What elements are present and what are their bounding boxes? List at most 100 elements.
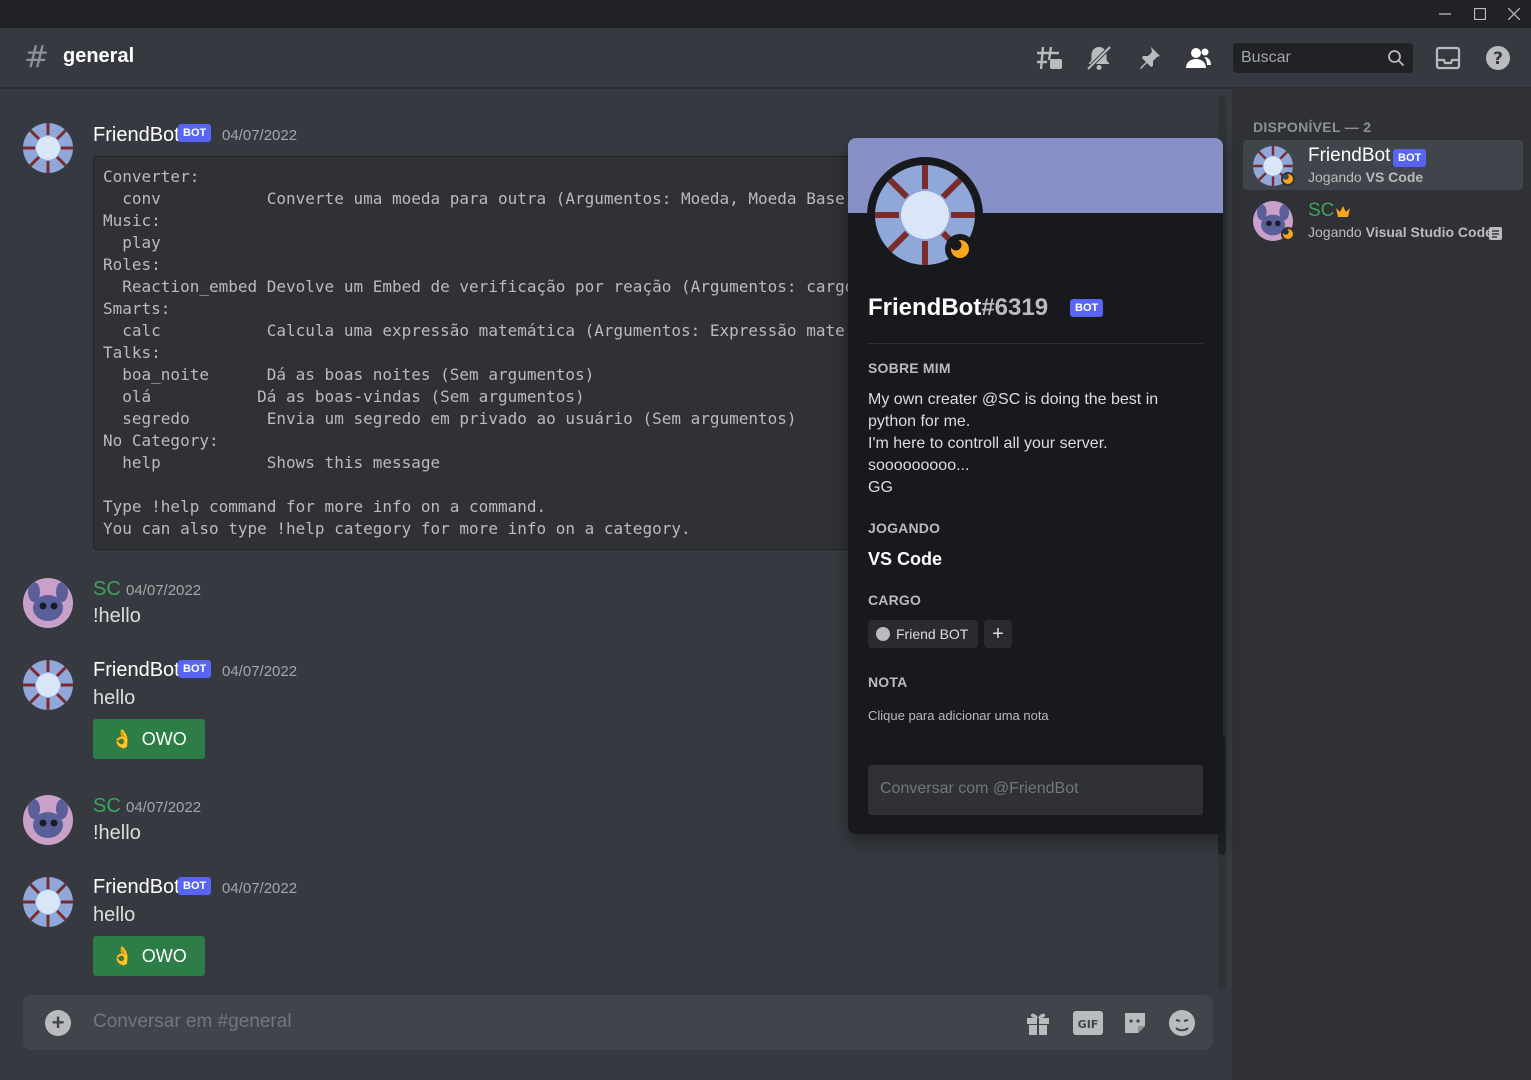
role-pill[interactable]: Friend BOT (868, 620, 979, 648)
code-line: play (103, 233, 161, 252)
about-me-text: My own creater @SC is doing the best in … (868, 389, 1198, 499)
activity-name: VS Code (1365, 169, 1424, 185)
playing-game: VS Code (868, 549, 943, 569)
idle-status-icon (1281, 172, 1295, 186)
message-author[interactable]: FriendBot (93, 124, 180, 147)
pin-icon[interactable] (1133, 42, 1165, 74)
message-author[interactable]: FriendBot (93, 659, 180, 682)
role-color-dot[interactable] (876, 627, 890, 641)
code-line: Music: (103, 211, 161, 230)
help-codeblock: Converter: conv Converte uma moeda para … (93, 156, 853, 550)
member-activity: Jogando Visual Studio Code (1308, 224, 1493, 240)
message-text: hello (93, 687, 136, 709)
member-name: SC (1308, 200, 1335, 221)
threads-icon[interactable] (1033, 42, 1065, 74)
code-line: Converter: (103, 167, 200, 186)
about-line: python for me. (868, 413, 971, 430)
dm-message-input[interactable]: Conversar com @FriendBot (868, 765, 1203, 815)
about-line: My own creater @SC is doing the best in (868, 391, 1159, 408)
rich-presence-icon (1489, 227, 1502, 245)
message-timestamp: 04/07/2022 (222, 880, 298, 897)
code-line: You can also type !help category for mor… (103, 519, 691, 538)
activity-prefix: Jogando (1308, 224, 1366, 240)
owo-button[interactable]: 👌 OWO (93, 936, 205, 976)
discord-window: # general Buscar ? FriendBot BOT 04/07/2… (0, 0, 1531, 1080)
search-input[interactable]: Buscar (1233, 43, 1413, 73)
ok-hand-emoji: 👌 (111, 945, 134, 966)
note-title: NOTA (868, 674, 908, 690)
dm-input-placeholder: Conversar com @FriendBot (880, 780, 1079, 797)
about-line: GG (868, 479, 893, 496)
profile-avatar-ring (867, 157, 983, 273)
role-name: Friend BOT (896, 626, 969, 642)
code-line: Roles: (103, 255, 161, 274)
bot-tag: BOT (178, 124, 212, 142)
inbox-icon[interactable] (1432, 42, 1464, 74)
message-text: hello (93, 904, 136, 926)
title-bar (0, 0, 1531, 28)
activity-prefix: Jogando (1308, 169, 1366, 185)
discriminator: #6319 (981, 294, 1049, 321)
code-line: segredo Envia um segredo em privado ao u… (103, 409, 797, 428)
owo-button-label: OWO (141, 728, 187, 749)
search-placeholder: Buscar (1241, 49, 1291, 66)
search-icon (1387, 49, 1405, 72)
message-author[interactable]: FriendBot (93, 876, 180, 899)
avatar[interactable] (23, 578, 73, 628)
bot-tag: BOT (178, 877, 212, 895)
about-me-title: SOBRE MIM (868, 360, 951, 376)
gift-icon[interactable] (1022, 1007, 1054, 1039)
avatar[interactable] (23, 795, 73, 845)
member-list-icon[interactable] (1182, 42, 1214, 74)
profile-divider (868, 343, 1203, 344)
minimize-icon[interactable] (1428, 0, 1462, 28)
note-input[interactable]: Clique para adicionar uma nota (868, 708, 1049, 723)
members-heading: DISPONÍVEL — 2 (1253, 119, 1372, 135)
avatar[interactable] (23, 660, 73, 710)
maximize-icon[interactable] (1463, 0, 1497, 28)
about-line: sooooooooo... (868, 457, 970, 474)
role-title: CARGO (868, 592, 922, 608)
member-item-friendbot[interactable]: FriendBot BOT Jogando VS Code (1243, 140, 1523, 190)
channel-header: # general Buscar ? (0, 28, 1531, 88)
avatar[interactable] (23, 877, 73, 927)
code-line: boa_noite Dá as boas noites (Sem argumen… (103, 365, 595, 384)
ok-hand-emoji: 👌 (111, 728, 134, 749)
activity-name: Visual Studio Code (1365, 224, 1493, 240)
emoji-icon[interactable] (1166, 1007, 1198, 1039)
bot-tag: BOT (1070, 299, 1104, 317)
code-line: No Category: (103, 431, 219, 450)
code-line: help Shows this message (103, 453, 441, 472)
help-icon[interactable]: ? (1482, 42, 1514, 74)
channel-hash-icon: # (24, 40, 50, 75)
user-profile-popout: FriendBot#6319 BOT SOBRE MIM My own crea… (848, 138, 1223, 834)
notification-muted-icon[interactable] (1083, 42, 1115, 74)
idle-status-icon (1281, 227, 1295, 241)
code-line: Smarts: (103, 299, 171, 318)
bot-tag: BOT (1393, 149, 1427, 167)
crown-icon (1335, 204, 1351, 223)
gif-icon[interactable]: GIF (1072, 1007, 1104, 1039)
message-author[interactable]: SC (93, 578, 121, 601)
avatar[interactable] (23, 123, 73, 173)
playing-title: JOGANDO (868, 520, 941, 536)
code-line: conv Converte uma moeda para outra (Argu… (103, 189, 853, 208)
code-line: olá Dá as boas-vindas (Sem argumentos) (103, 387, 585, 406)
message-author[interactable]: SC (93, 795, 121, 818)
add-attachment-button[interactable]: + (45, 1010, 71, 1036)
message-composer[interactable]: + Conversar em #general GIF (23, 995, 1213, 1050)
owo-button[interactable]: 👌 OWO (93, 719, 205, 759)
message-text: !hello (93, 605, 141, 627)
svg-text:GIF: GIF (1078, 1018, 1099, 1031)
sticker-icon[interactable] (1119, 1007, 1151, 1039)
member-item-sc[interactable]: SC Jogando Visual Studio Code (1243, 195, 1523, 245)
message-timestamp: 04/07/2022 (126, 582, 202, 599)
code-line: Talks: (103, 343, 161, 362)
message-timestamp: 04/07/2022 (222, 663, 298, 680)
add-role-button[interactable]: + (984, 620, 1012, 648)
message-text: !hello (93, 822, 141, 844)
message-timestamp: 04/07/2022 (222, 127, 298, 144)
idle-status-icon (945, 234, 975, 264)
message-timestamp: 04/07/2022 (126, 799, 202, 816)
close-icon[interactable] (1497, 0, 1531, 28)
